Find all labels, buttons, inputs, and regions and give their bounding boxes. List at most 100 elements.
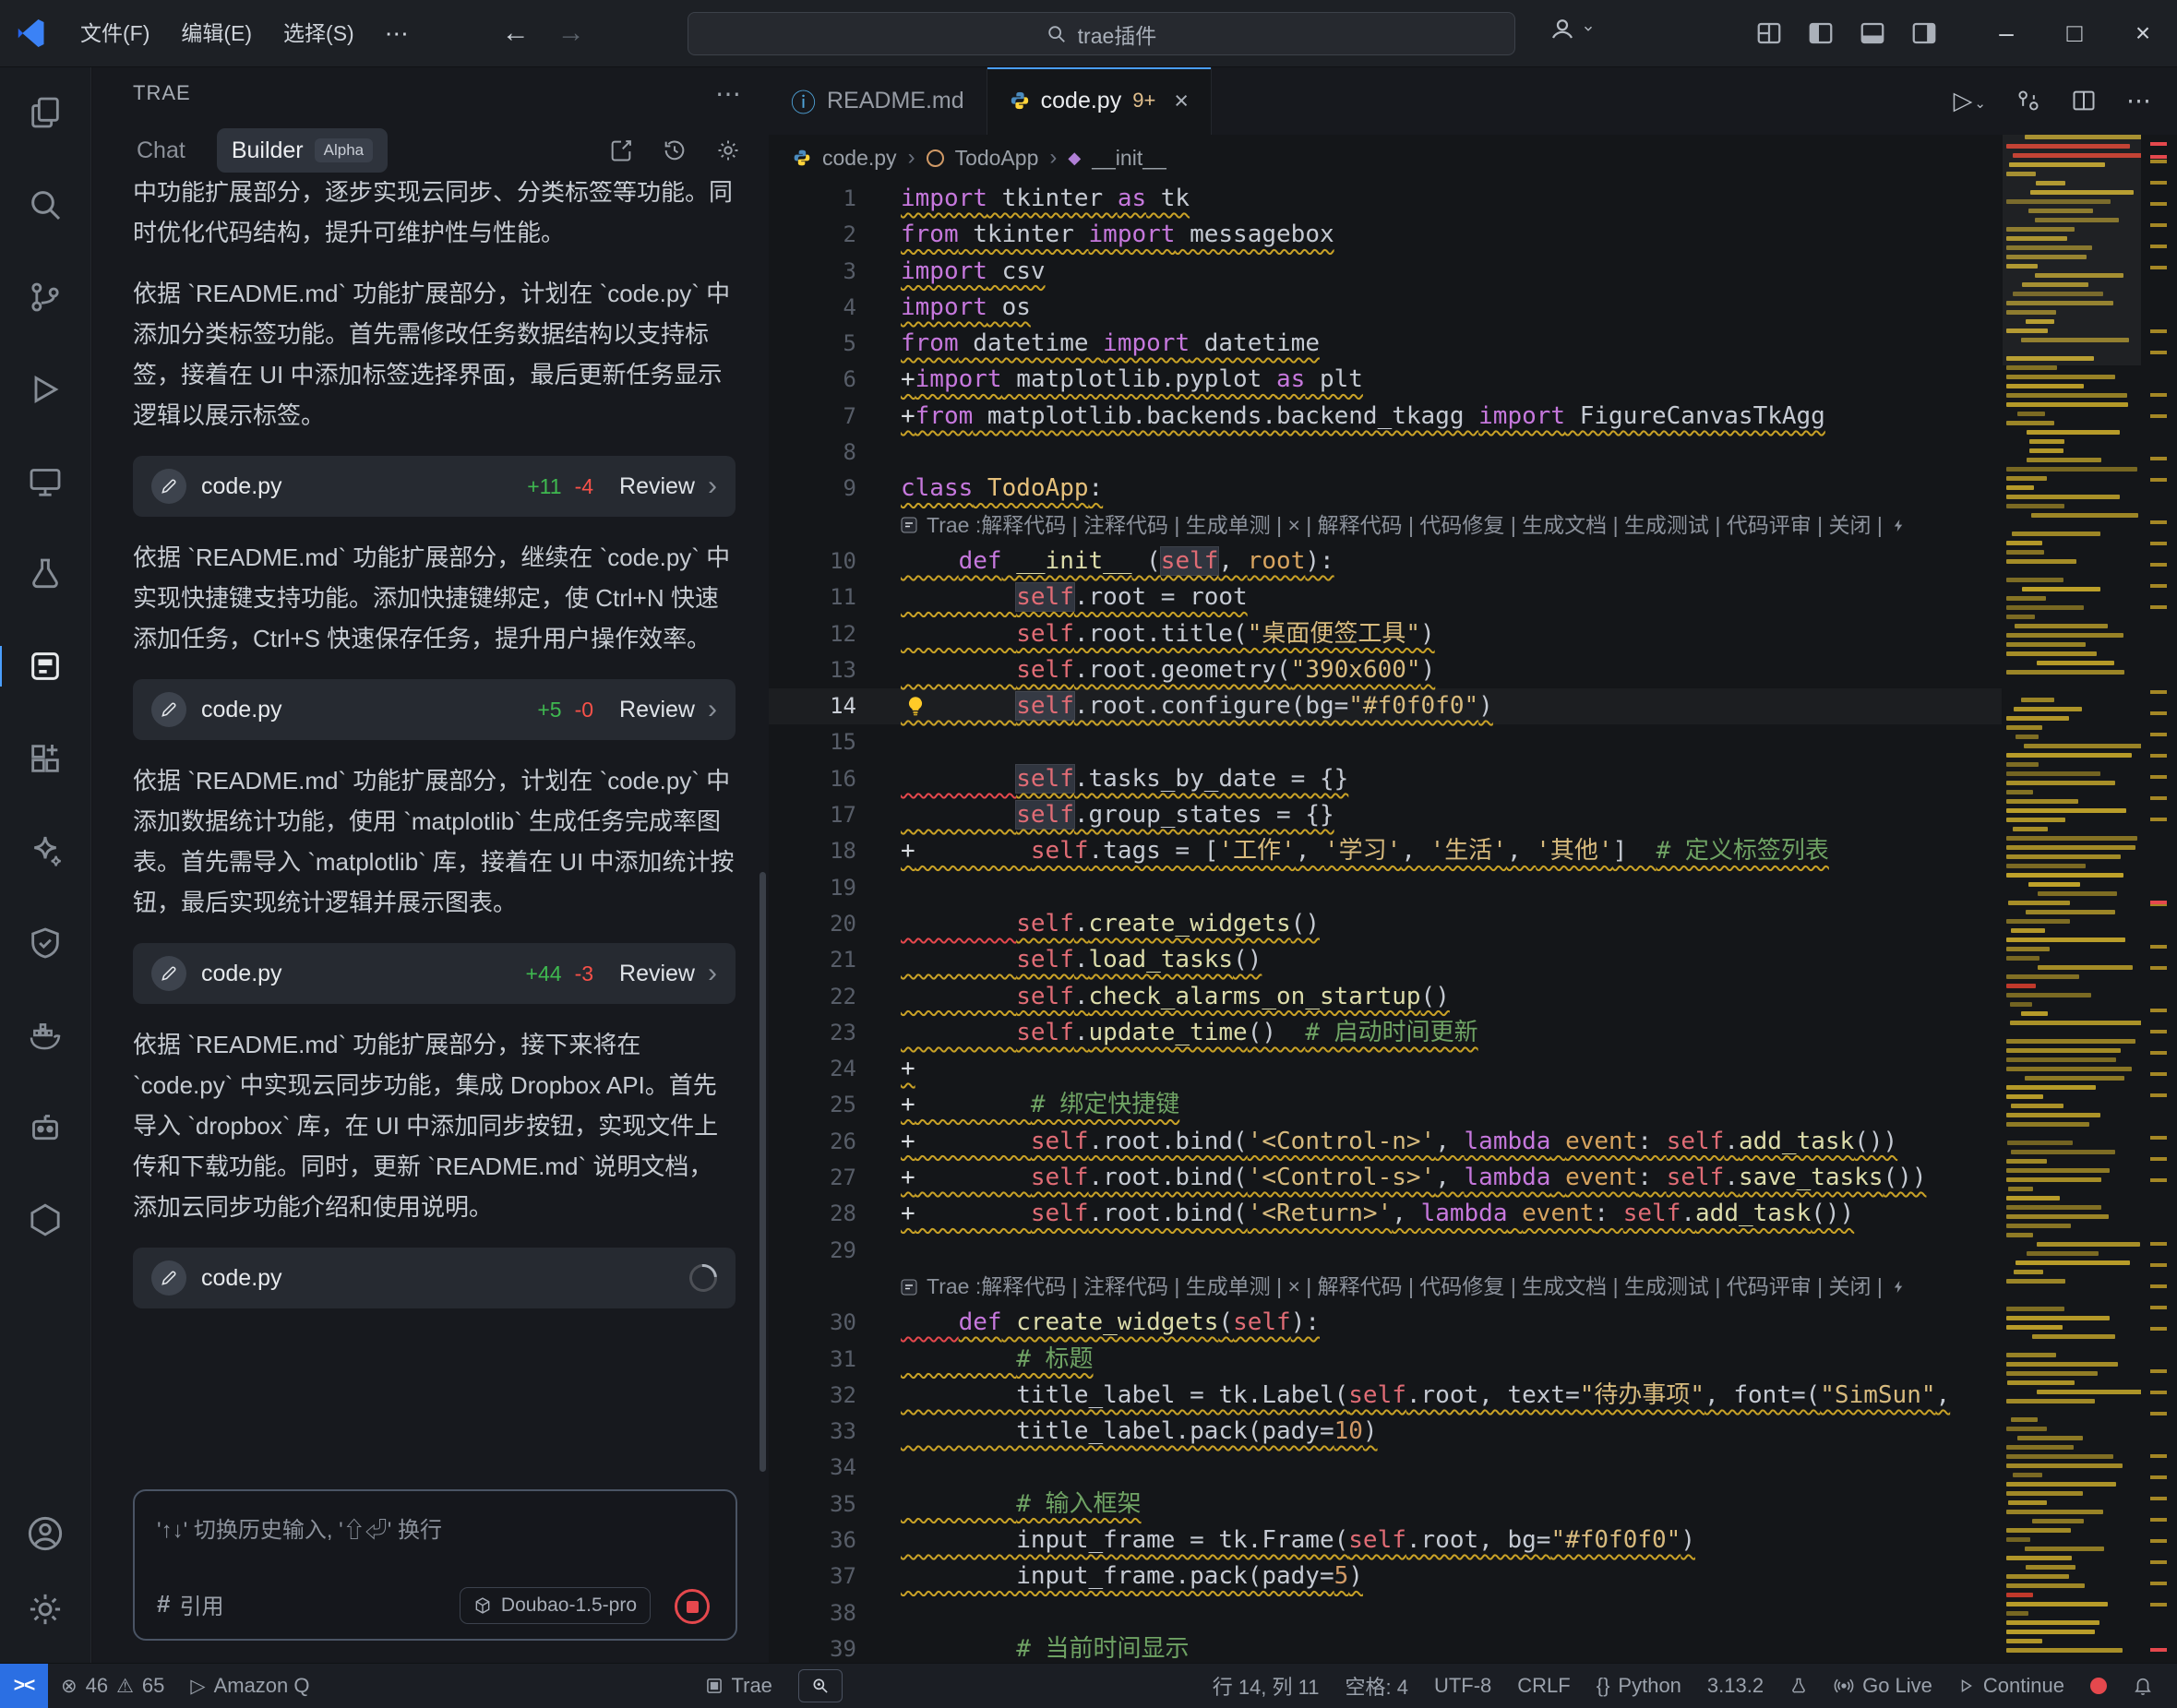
line-number: 8	[769, 435, 856, 471]
toggle-secondary-sidebar-icon[interactable]	[1910, 19, 1938, 47]
editor-more-icon[interactable]: ⋯	[2126, 87, 2151, 115]
docker-icon[interactable]	[23, 1013, 67, 1057]
chat-input-box[interactable]: '↑↓' 切换历史输入, '⇧⏎' 换行 # 引用 Doubao-1.5-pro	[133, 1489, 737, 1641]
trae-status-item[interactable]: Trae	[692, 1664, 785, 1708]
panel-tabs: Chat Builder Alpha	[92, 120, 769, 181]
stop-generation-button[interactable]	[675, 1589, 710, 1624]
code-line: 16 self.tasks_by_date = {}	[769, 761, 2002, 797]
amazon-q-item[interactable]: ▷ Amazon Q	[177, 1664, 322, 1708]
menu-more-icon[interactable]: ⋯	[370, 19, 424, 48]
problems-item[interactable]: ⊗ 46 ⚠ 65	[48, 1664, 177, 1708]
python-version-item[interactable]: 3.13.2	[1694, 1664, 1776, 1708]
file-change-card[interactable]: code.py+11-4Review›	[133, 456, 736, 517]
go-live-item[interactable]: Go Live	[1821, 1664, 1945, 1708]
code-line: 3import csv	[769, 254, 2002, 290]
account-icon[interactable]	[23, 1511, 67, 1556]
menu-selection[interactable]: 选择(S)	[268, 0, 370, 66]
eol-item[interactable]: CRLF	[1504, 1664, 1583, 1708]
model-selector[interactable]: Doubao-1.5-pro	[460, 1587, 651, 1624]
chevron-right-icon: ›	[708, 472, 717, 500]
menu-file[interactable]: 文件(F)	[65, 0, 165, 66]
review-button[interactable]: Review	[619, 473, 695, 500]
code-line: 15	[769, 724, 2002, 760]
close-button[interactable]: ×	[2109, 0, 2177, 66]
lines-added: +5	[537, 698, 561, 723]
trae-code-lens[interactable]: Trae :解释代码 | 注释代码 | 生成单测 | × | 解释代码 | 代码…	[856, 508, 1906, 543]
overview-ruler[interactable]	[2141, 135, 2177, 1663]
trae-code-lens[interactable]: Trae :解释代码 | 注释代码 | 生成单测 | × | 解释代码 | 代码…	[856, 1269, 1906, 1305]
review-button[interactable]: Review	[619, 697, 695, 723]
toggle-panel-icon[interactable]	[1859, 19, 1886, 47]
split-editor-icon[interactable]	[2071, 88, 2097, 113]
indentation-item[interactable]: 空格: 4	[1332, 1664, 1420, 1708]
trae-builder-icon[interactable]	[23, 644, 67, 688]
test-beaker-icon[interactable]	[23, 552, 67, 596]
remote-indicator[interactable]: ><	[0, 1664, 48, 1708]
run-debug-icon[interactable]	[23, 367, 67, 412]
tab-readme[interactable]: ⓘ README.md	[769, 66, 987, 135]
amazon-q-icon: ▷	[190, 1675, 205, 1698]
tab-codepy-label: code.py	[1041, 88, 1122, 114]
breadcrumb-file[interactable]: code.py	[822, 146, 897, 171]
source-control-icon[interactable]	[23, 275, 67, 319]
chat-message: 中功能扩展部分，逐步实现云同步、分类标签等功能。同时优化代码结构，提升可维护性与…	[133, 181, 736, 253]
line-number: 17	[769, 797, 856, 833]
menu-edit[interactable]: 编辑(E)	[165, 0, 268, 66]
minimap[interactable]	[2003, 135, 2141, 1663]
panel-more-icon[interactable]: ⋯	[715, 78, 741, 109]
file-change-card[interactable]: code.py+44-3Review›	[133, 943, 736, 1004]
extensions-icon[interactable]	[23, 736, 67, 781]
customize-layout-icon[interactable]	[1755, 19, 1783, 47]
ai-spark-icon[interactable]	[23, 829, 67, 873]
lines-removed: -4	[575, 474, 593, 499]
minimap-slider[interactable]	[2003, 135, 2141, 365]
zoom-status-button[interactable]	[798, 1669, 843, 1702]
search-sidebar-icon[interactable]	[23, 183, 67, 227]
tab-builder[interactable]: Builder Alpha	[217, 128, 388, 173]
panel-settings-icon[interactable]	[715, 137, 741, 163]
line-number: 30	[769, 1305, 856, 1341]
tab-codepy[interactable]: code.py 9+ ×	[987, 66, 1212, 135]
chat-message-list: 中功能扩展部分，逐步实现云同步、分类标签等功能。同时优化代码结构，提升可维护性与…	[92, 181, 769, 1480]
file-change-card[interactable]: code.py	[133, 1248, 736, 1308]
tab-close-icon[interactable]: ×	[1174, 87, 1189, 115]
record-dot-icon[interactable]	[2077, 1664, 2120, 1708]
open-changes-icon[interactable]	[2016, 88, 2041, 113]
notifications-bell-icon[interactable]	[2120, 1664, 2166, 1708]
cursor-position-item[interactable]: 行 14, 列 11	[1200, 1664, 1333, 1708]
code-line: 28+ self.root.bind('<Return>', lambda ev…	[769, 1196, 2002, 1232]
remote-explorer-icon[interactable]	[23, 460, 67, 504]
hexagon-icon[interactable]	[23, 1198, 67, 1242]
code-line: 19	[769, 870, 2002, 906]
robot-icon[interactable]	[23, 1105, 67, 1150]
code-lines[interactable]: 1import tkinter as tk2from tkinter impor…	[769, 181, 2002, 1663]
breadcrumb-class[interactable]: TodoApp	[955, 146, 1039, 171]
history-icon[interactable]	[662, 137, 688, 163]
new-chat-icon[interactable]	[608, 137, 634, 163]
chat-message: 依据 `README.md` 功能扩展部分，接下来将在 `code.py` 中实…	[133, 1024, 736, 1227]
assistant-profile-button[interactable]	[1549, 15, 1595, 42]
sidebar-scrollbar[interactable]	[760, 872, 766, 1472]
tab-chat[interactable]: Chat	[137, 137, 185, 164]
back-icon[interactable]: ←	[488, 18, 544, 49]
chat-message: 依据 `README.md` 功能扩展部分，计划在 `code.py` 中添加数…	[133, 760, 736, 923]
breadcrumb-method[interactable]: __init__	[1092, 146, 1166, 171]
shield-icon[interactable]	[23, 921, 67, 965]
maximize-button[interactable]: □	[2040, 0, 2109, 66]
explorer-icon[interactable]	[23, 90, 67, 135]
reference-button[interactable]: # 引用	[157, 1588, 223, 1620]
continue-item[interactable]: Continue	[1945, 1664, 2077, 1708]
settings-gear-icon[interactable]	[23, 1587, 67, 1631]
forward-icon[interactable]: →	[544, 18, 599, 49]
review-button[interactable]: Review	[619, 961, 695, 987]
run-button[interactable]: ▷ ⌄	[1954, 87, 1986, 115]
env-beaker-icon[interactable]	[1776, 1664, 1821, 1708]
language-mode-item[interactable]: {} Python	[1584, 1664, 1694, 1708]
line-number: 13	[769, 652, 856, 688]
encoding-item[interactable]: UTF-8	[1421, 1664, 1504, 1708]
file-change-card[interactable]: code.py+5-0Review›	[133, 679, 736, 740]
minimize-button[interactable]: –	[1972, 0, 2040, 66]
lightbulb-icon[interactable]	[903, 694, 927, 718]
toggle-primary-sidebar-icon[interactable]	[1807, 19, 1835, 47]
command-search-input[interactable]: trae插件	[688, 12, 1515, 55]
